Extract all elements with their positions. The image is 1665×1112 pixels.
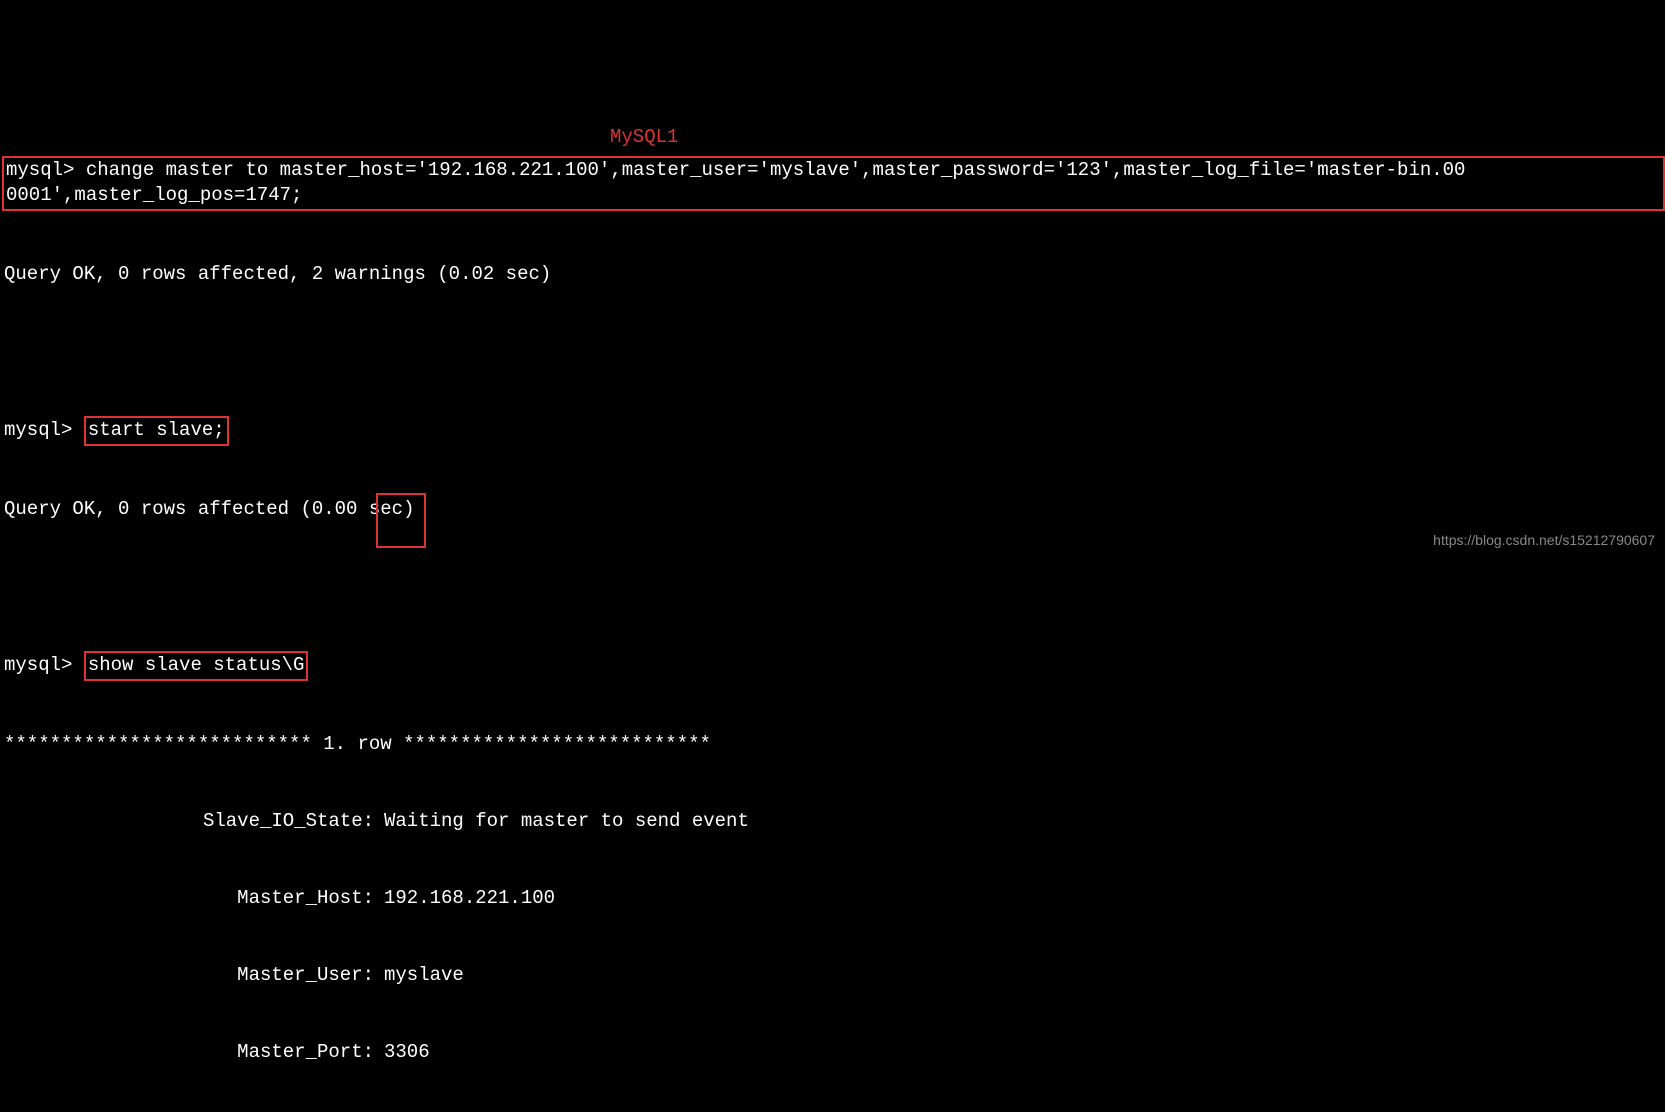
result-2: Query OK, 0 rows affected (0.00 sec) xyxy=(4,497,1665,523)
status-value: 3306 xyxy=(374,1040,430,1066)
annotation-mysql1: MySQL1 xyxy=(610,125,678,151)
prompt: mysql> xyxy=(4,419,84,441)
status-value: myslave xyxy=(374,963,464,989)
status-value: Waiting for master to send event xyxy=(374,809,749,835)
row-divider: *************************** 1. row *****… xyxy=(4,732,1665,758)
prompt: mysql> xyxy=(4,654,84,676)
prompt: mysql> xyxy=(6,159,86,181)
cmd-change-master-line2: 0001',master_log_pos=1747; xyxy=(6,183,1661,209)
status-label: Slave_IO_State: xyxy=(4,809,374,835)
status-label: Master_Port: xyxy=(4,1040,374,1066)
status-value: 192.168.221.100 xyxy=(374,886,555,912)
result-1: Query OK, 0 rows affected, 2 warnings (0… xyxy=(4,262,1665,288)
cmd-change-master-line1: change master to master_host='192.168.22… xyxy=(86,159,1466,181)
highlight-show-slave-status: show slave status\G xyxy=(84,651,309,681)
status-label: Master_Host: xyxy=(4,886,374,912)
terminal-output: mysql> change master to master_host='192… xyxy=(0,103,1665,1112)
highlight-change-master: mysql> change master to master_host='192… xyxy=(2,156,1665,211)
highlight-start-slave: start slave; xyxy=(84,416,229,446)
watermark: https://blog.csdn.net/s15212790607 xyxy=(1433,531,1655,550)
status-label: Master_User: xyxy=(4,963,374,989)
